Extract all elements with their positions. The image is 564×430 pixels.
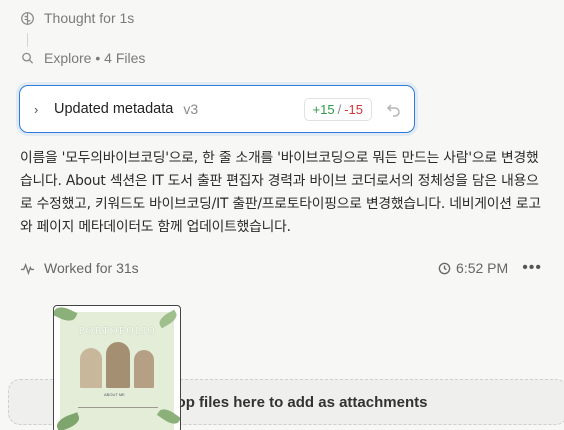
chevron-right-icon[interactable]: › (34, 102, 52, 117)
undo-icon[interactable] (386, 101, 402, 117)
explore-step[interactable]: Explore • 4 Files (20, 50, 145, 66)
deletions-count: -15 (344, 101, 363, 117)
assistant-message: 이름을 '모두의바이브코딩'으로, 한 줄 소개를 '바이브코딩으로 뭐든 만드… (20, 150, 541, 235)
updated-metadata-card[interactable]: › Updated metadata v3 +15 / -15 (19, 85, 415, 133)
additions-count: +15 (312, 101, 335, 117)
worked-label: Worked for 31s (44, 260, 139, 276)
diff-badge: +15 / -15 (303, 97, 372, 121)
explore-label: Explore • 4 Files (44, 50, 146, 66)
worked-status: Worked for 31s (20, 260, 139, 276)
dropzone-label: op files here to add as attachments (176, 393, 428, 411)
version-label: v3 (183, 101, 199, 117)
clock-icon (438, 262, 451, 274)
more-options-icon[interactable]: ••• (522, 259, 542, 277)
poster-text-lines (78, 407, 158, 408)
portfolio-poster-image: PORTOFOLIO ABOUT ME (54, 306, 180, 430)
time-label: 6:52 PM (456, 260, 509, 276)
search-icon (22, 52, 34, 64)
poster-title: PORTOFOLIO (78, 326, 156, 337)
thread-connector (27, 33, 28, 47)
message-footer: Worked for 31s 6:52 PM ••• (20, 258, 542, 278)
activity-icon (20, 262, 35, 275)
dragged-attachment-thumbnail[interactable]: PORTOFOLIO ABOUT ME (53, 305, 181, 430)
card-title: Updated metadata (54, 101, 174, 117)
diff-separator: / (337, 101, 342, 117)
poster-subtitle: ABOUT ME (104, 392, 125, 397)
brain-icon (21, 11, 34, 25)
thought-label: Thought for 1s (44, 10, 135, 26)
thought-step[interactable]: Thought for 1s (20, 10, 134, 26)
timestamp: 6:52 PM ••• (438, 259, 542, 277)
